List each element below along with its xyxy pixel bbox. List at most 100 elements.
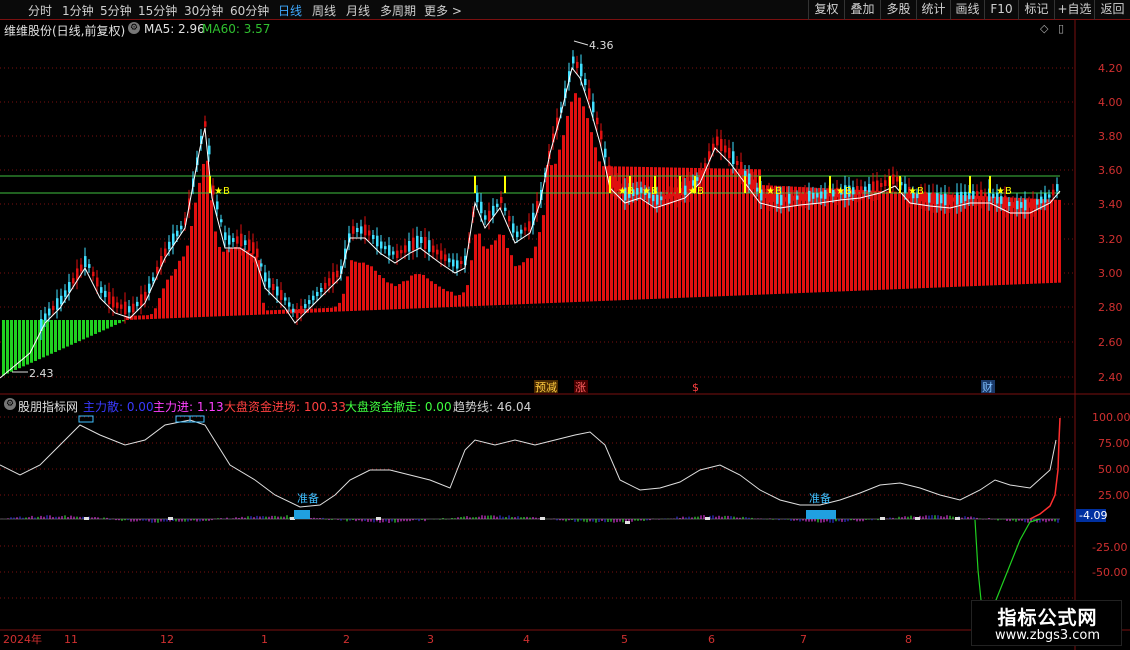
- signal-box: [78, 415, 94, 423]
- candle-body: [176, 230, 179, 237]
- candle-body: [724, 145, 727, 153]
- volume-bar: [98, 320, 101, 333]
- ready-label: 准备: [297, 491, 319, 505]
- volume-bar: [190, 226, 193, 318]
- volume-bar: [270, 310, 273, 315]
- volume-bar: [730, 168, 733, 296]
- candle-body: [312, 295, 315, 301]
- candle-body: [952, 197, 955, 202]
- candle-body: [360, 226, 363, 234]
- candle-body: [260, 263, 263, 267]
- volume-bar: [50, 320, 53, 354]
- candle-body: [1020, 202, 1023, 208]
- candle-body: [704, 163, 707, 169]
- candle-body: [228, 235, 231, 245]
- candle-body: [152, 277, 155, 282]
- event-tag-dividend[interactable]: $: [692, 381, 699, 394]
- volume-bar: [314, 308, 317, 313]
- event-tag-limit-up[interactable]: 涨: [575, 381, 586, 394]
- volume-bar: [214, 231, 217, 317]
- indicator-name[interactable]: 股朋指标网: [18, 398, 78, 415]
- volume-bar: [550, 165, 553, 303]
- y-tick: 2.60: [1098, 336, 1123, 349]
- candle-body: [408, 241, 411, 252]
- indicator-histogram: [0, 515, 1060, 524]
- event-tag-finance[interactable]: 财: [982, 380, 993, 394]
- candle-body: [288, 302, 291, 307]
- candle-body: [112, 296, 115, 308]
- volume-bar: [74, 320, 77, 343]
- candle-body: [108, 291, 111, 305]
- candle-body: [588, 88, 591, 100]
- candle-body: [1004, 195, 1007, 209]
- candle-body: [320, 287, 323, 293]
- volume-bar: [866, 190, 869, 291]
- volume-bar: [966, 195, 969, 287]
- volume-bar: [30, 320, 33, 363]
- volume-bar: [198, 182, 201, 318]
- candle-body: [48, 308, 51, 316]
- candle-body: [660, 196, 663, 201]
- candle-body: [572, 56, 575, 64]
- volume-bar: [318, 308, 321, 313]
- candle-body: [52, 305, 55, 311]
- candle-body: [612, 176, 615, 188]
- histogram-marker: [705, 517, 710, 520]
- volume-bar: [490, 244, 493, 306]
- volume-bar: [970, 195, 973, 287]
- candle-body: [960, 191, 963, 204]
- diamond-icon[interactable]: ◇: [1040, 22, 1048, 35]
- candle-body: [500, 197, 503, 203]
- buy-marker: ★B: [836, 186, 852, 197]
- stock-title[interactable]: 维维股份(日线,前复权): [4, 22, 125, 39]
- volume-bar: [166, 279, 169, 319]
- candle-body: [384, 246, 387, 250]
- volume-bar: [1054, 199, 1057, 283]
- volume-bar: [910, 192, 913, 289]
- volume-bar: [1050, 199, 1053, 283]
- volume-bar: [330, 307, 333, 312]
- close-panel-icon[interactable]: ▯: [1058, 22, 1064, 35]
- volume-bar: [458, 294, 461, 307]
- indicator-y-axis: 100.00 75.00 50.00 25.00 -25.00 -50.00: [1092, 411, 1130, 579]
- volume-bar: [554, 163, 557, 303]
- volume-bar: [574, 93, 577, 303]
- date-tick: 11: [64, 633, 78, 646]
- y-tick: -25.00: [1092, 541, 1127, 554]
- volume-bar: [2, 320, 5, 376]
- candle-body: [728, 147, 731, 159]
- volume-bar: [466, 285, 469, 307]
- candle-body: [356, 227, 359, 233]
- candle-body: [940, 194, 943, 204]
- volume-bar: [94, 320, 97, 334]
- candle-body: [364, 224, 367, 236]
- candle-body: [976, 191, 979, 199]
- settings-icon[interactable]: ⚙: [128, 22, 140, 34]
- volume-bar: [726, 168, 729, 296]
- candle-body: [64, 290, 67, 297]
- candle-body: [956, 192, 959, 205]
- volume-bar: [102, 320, 105, 331]
- candle-body: [284, 297, 287, 301]
- candle-body: [116, 302, 119, 309]
- candle-body: [164, 248, 167, 256]
- volume-bar: [658, 167, 661, 299]
- event-tag-forecast[interactable]: 预减: [535, 381, 557, 394]
- volume-bar: [150, 314, 153, 319]
- volume-bar: [602, 166, 605, 301]
- candle-body: [608, 165, 611, 177]
- volume-bar: [530, 258, 533, 304]
- stock-chart[interactable]: ★B ★B ★B ★B ★B ★B ★B ★B 4.20 4.00 3.80 3.60 3.4…: [0, 0, 1130, 650]
- date-tick: 2024年: [3, 632, 42, 646]
- volume-bar: [1042, 199, 1045, 284]
- volume-bar: [334, 306, 337, 312]
- candle-body: [1040, 196, 1043, 204]
- volume-bar: [854, 189, 857, 291]
- indicator-settings-icon[interactable]: ⚙: [4, 398, 16, 410]
- candle-body: [856, 186, 859, 195]
- volume-bar: [78, 320, 81, 342]
- volume-bar: [662, 167, 665, 299]
- candle-body: [992, 193, 995, 199]
- histogram-marker: [955, 517, 960, 520]
- candle-body: [256, 248, 259, 258]
